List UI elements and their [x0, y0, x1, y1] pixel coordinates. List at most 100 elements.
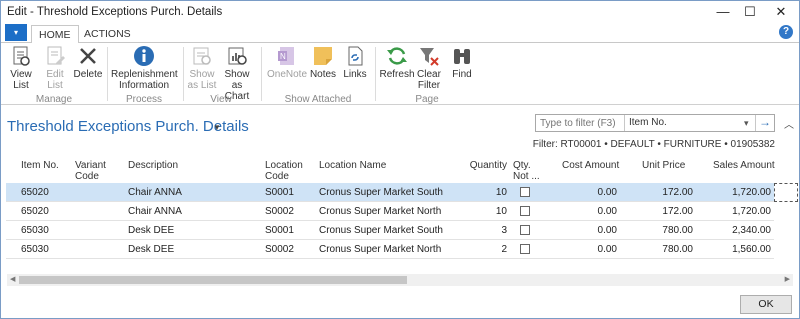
group-page: Page [415, 94, 439, 105]
group-process: Process [125, 94, 163, 105]
column-header-variant-code[interactable]: Variant Code [75, 160, 115, 182]
cell-description: Desk DEE [128, 225, 175, 236]
edit-list-button[interactable]: Edit List [39, 45, 71, 91]
column-header-cost-amount[interactable]: Cost Amount [562, 160, 619, 171]
view-list-label: View List [10, 69, 32, 91]
group-show-attached: Show Attached [284, 94, 352, 105]
cell-location-code: S0002 [265, 206, 294, 217]
group-view: View [210, 94, 232, 105]
links-icon [348, 46, 363, 66]
ribbon: View List Edit List Delete Manage Replen… [1, 43, 799, 105]
delete-button[interactable]: Delete [73, 45, 103, 80]
refresh-icon [387, 47, 407, 65]
maximize-button[interactable]: ☐ [735, 1, 765, 23]
cell-sales-amount: 1,560.00 [732, 244, 771, 255]
delete-label: Delete [73, 69, 103, 80]
help-icon[interactable]: ? [779, 25, 793, 39]
group-separator [107, 47, 108, 101]
filter-go-arrow-icon[interactable]: → [755, 115, 774, 131]
cell-quantity: 3 [501, 225, 507, 236]
find-button[interactable]: Find [449, 45, 475, 80]
show-as-list-button[interactable]: Show as List [187, 45, 217, 91]
ok-button[interactable]: OK [740, 295, 792, 314]
filter-field-select[interactable]: Item No. [625, 115, 755, 131]
minimize-button[interactable]: — [708, 1, 738, 23]
cell-cost-amount: 0.00 [597, 225, 617, 236]
cell-location-code: S0001 [265, 187, 294, 198]
cell-unit-price: 172.00 [662, 187, 693, 198]
chevron-down-icon[interactable]: ▾ [744, 115, 749, 131]
cell-sales-amount: 1,720.00 [732, 187, 771, 198]
cell-description: Chair ANNA [128, 187, 182, 198]
replenishment-information-button[interactable]: Replenishment Information [111, 45, 178, 91]
column-header-description[interactable]: Description [128, 160, 178, 171]
refresh-button[interactable]: Refresh [379, 45, 415, 80]
page-title-dropdown-icon[interactable]: ▼ [213, 123, 221, 132]
table-row[interactable]: 65020 Chair ANNA S0001 Cronus Super Market … [6, 183, 774, 202]
clear-filter-icon [420, 48, 439, 66]
cell-location-code: S0002 [265, 244, 294, 255]
cell-description: Chair ANNA [128, 206, 182, 217]
delete-icon [80, 48, 96, 64]
scrollbar-thumb[interactable] [19, 276, 407, 284]
column-header-location-code[interactable]: Location Code [265, 160, 309, 182]
info-icon [134, 46, 154, 66]
find-label: Find [452, 69, 472, 80]
clear-filter-button[interactable]: Clear Filter [415, 45, 443, 91]
column-header-qty-not[interactable]: Qty. Not ... [513, 160, 543, 182]
cell-unit-price: 780.00 [662, 244, 693, 255]
edit-list-label: Edit List [46, 69, 64, 91]
cell-unit-price: 172.00 [662, 206, 693, 217]
qty-not-checkbox[interactable] [520, 187, 530, 197]
scroll-right-icon[interactable]: ▶ [785, 274, 790, 286]
table-row[interactable]: 65030 Desk DEE S0002 Cronus Super Market No… [6, 240, 774, 259]
refresh-label: Refresh [379, 69, 415, 80]
cell-location-name: Cronus Super Market South [319, 225, 443, 236]
column-header-location-name[interactable]: Location Name [319, 160, 386, 171]
window-title: Edit - Threshold Exceptions Purch. Detai… [7, 6, 223, 18]
notes-icon [314, 47, 332, 65]
tab-home[interactable]: HOME [31, 25, 79, 44]
tab-actions[interactable]: ACTIONS [77, 25, 138, 44]
view-list-button[interactable]: View List [5, 45, 37, 91]
onenote-icon: N [278, 47, 294, 65]
collapse-filter-icon[interactable]: ︿ [784, 116, 794, 131]
cell-sales-amount: 1,720.00 [732, 206, 771, 217]
cell-description: Desk DEE [128, 244, 175, 255]
notes-label: Notes [309, 69, 337, 80]
filter-input[interactable] [536, 115, 625, 131]
column-header-sales-amount[interactable]: Sales Amount [713, 160, 775, 171]
group-separator [183, 47, 184, 101]
selected-cell[interactable] [774, 183, 798, 202]
cell-item-no: 65020 [21, 187, 49, 198]
horizontal-scrollbar[interactable]: ◀ ▶ [7, 274, 793, 286]
cell-sales-amount: 2,340.00 [732, 225, 771, 236]
table-row[interactable]: 65020 Chair ANNA S0002 Cronus Super Market … [6, 202, 774, 221]
clear-filter-label: Clear Filter [417, 69, 441, 91]
column-header-item-no[interactable]: Item No. [21, 160, 59, 171]
filter-box: Item No. ▾ → [535, 114, 775, 132]
app-menu-button[interactable]: ▾ [5, 24, 27, 41]
cell-location-name: Cronus Super Market South [319, 187, 443, 198]
group-separator [261, 47, 262, 101]
links-button[interactable]: Links [341, 45, 369, 80]
view-list-icon [13, 46, 30, 66]
qty-not-checkbox[interactable] [520, 244, 530, 254]
filter-summary: Filter: RT00001 • DEFAULT • FURNITURE • … [532, 139, 775, 150]
column-header-unit-price[interactable]: Unit Price [642, 160, 685, 171]
cell-location-code: S0001 [265, 225, 294, 236]
svg-text:N: N [280, 52, 286, 61]
onenote-button[interactable]: N OneNote [267, 45, 307, 80]
cell-cost-amount: 0.00 [597, 187, 617, 198]
show-as-list-icon [193, 47, 211, 65]
cell-item-no: 65030 [21, 244, 49, 255]
qty-not-checkbox[interactable] [520, 225, 530, 235]
group-manage: Manage [35, 94, 73, 105]
onenote-label: OneNote [267, 69, 308, 80]
close-button[interactable]: ✕ [766, 1, 796, 23]
qty-not-checkbox[interactable] [520, 206, 530, 216]
notes-button[interactable]: Notes [309, 45, 337, 80]
table-row[interactable]: 65030 Desk DEE S0001 Cronus Super Market So… [6, 221, 774, 240]
scroll-left-icon[interactable]: ◀ [10, 274, 15, 286]
column-header-quantity[interactable]: Quantity [460, 160, 507, 171]
